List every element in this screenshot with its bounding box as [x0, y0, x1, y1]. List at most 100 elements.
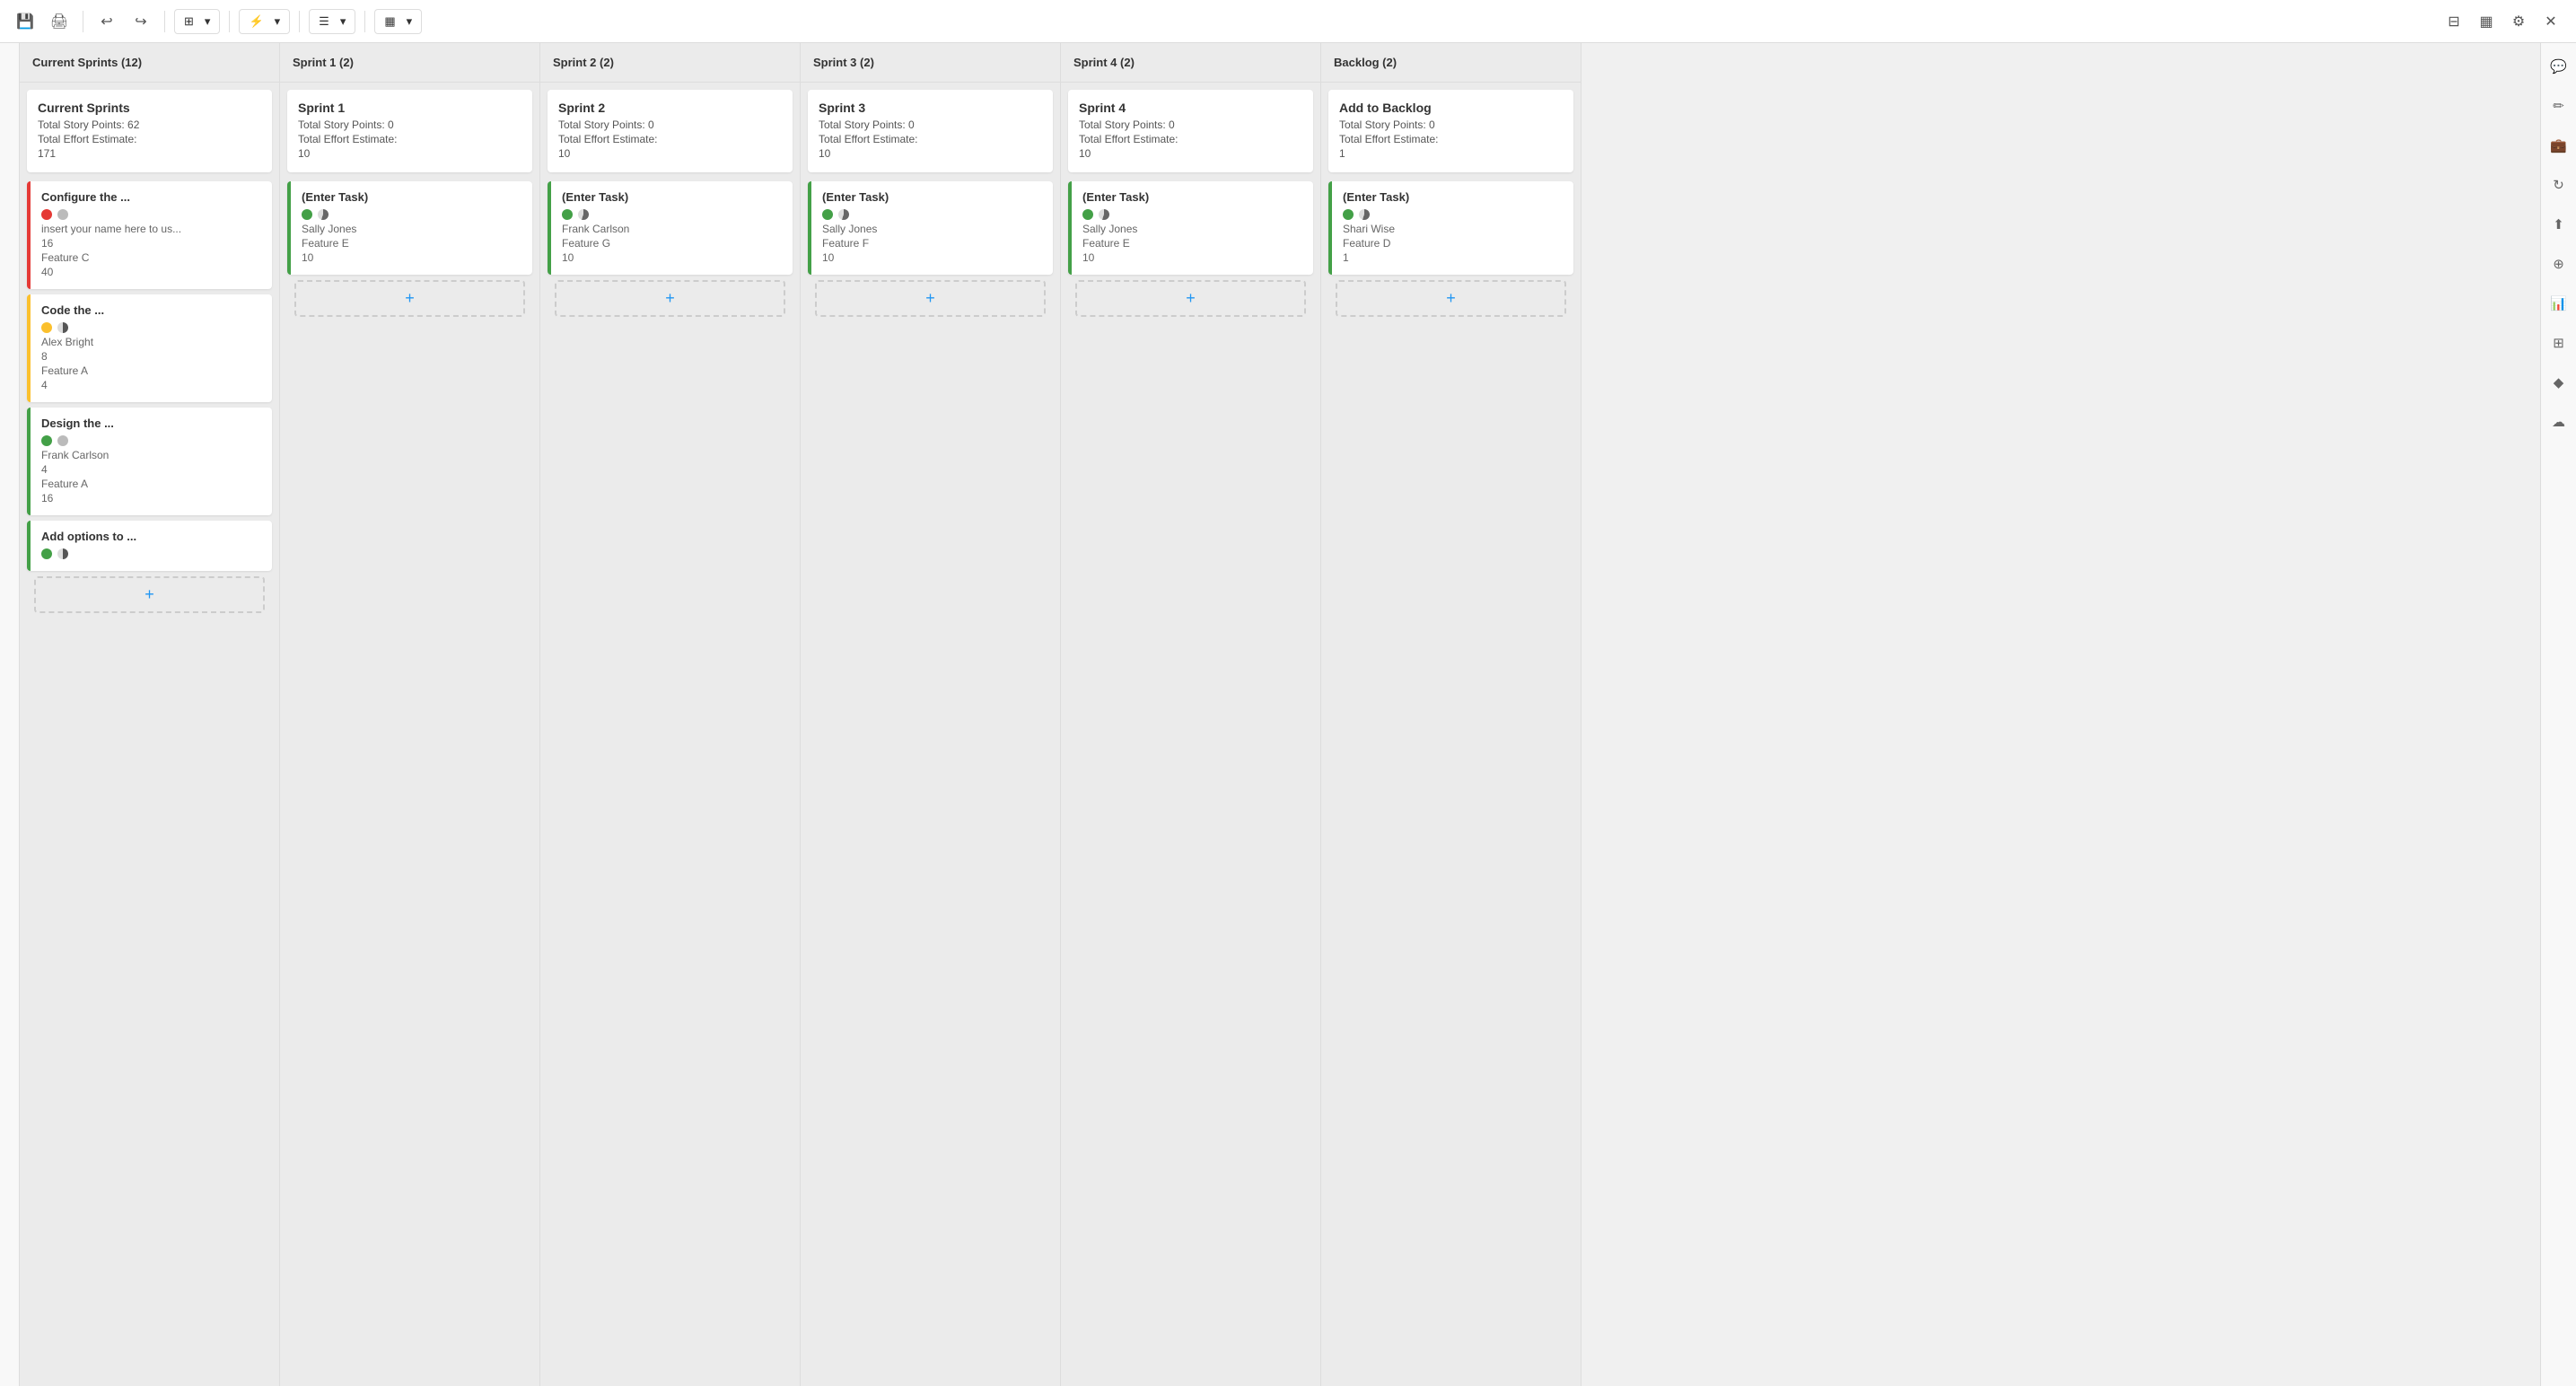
column-current-sprints: Current Sprints (12) Current Sprints Tot…	[20, 43, 280, 1386]
card-dots	[302, 209, 521, 220]
summary-title: Sprint 1	[298, 101, 521, 115]
diamond-icon[interactable]: ◆	[2546, 370, 2572, 395]
grid-icon[interactable]: ⊞	[2546, 330, 2572, 355]
right-sidebar: 💬 ✏ 💼 ↻ ⬆ ⊕ 📊 ⊞ ◆ ☁	[2540, 43, 2576, 1386]
filter-button[interactable]: ⚡ ▾	[239, 9, 290, 34]
refresh-icon[interactable]: ↻	[2546, 172, 2572, 197]
summary-effort-label: Total Effort Estimate:	[1079, 133, 1302, 145]
effort-dot	[838, 209, 849, 220]
task-card[interactable]: (Enter Task) Sally Jones Feature E 10	[287, 181, 532, 275]
column-content-sprint-2: Sprint 2 Total Story Points: 0 Total Eff…	[540, 83, 800, 1386]
settings-button[interactable]: ⚙	[2504, 7, 2533, 36]
task-card[interactable]: (Enter Task) Sally Jones Feature F 10	[808, 181, 1053, 275]
add-task-button-sprint-1[interactable]: +	[294, 280, 525, 317]
card-points: 4	[41, 463, 261, 476]
card-view-chevron: ▾	[205, 14, 211, 29]
card-view-button[interactable]: ⊞ ▾	[174, 9, 220, 34]
summary-effort-value: 10	[298, 147, 521, 160]
toolbar-right: ⊟ ▦ ⚙ ✕	[2440, 7, 2565, 36]
summary-story-points: Total Story Points: 0	[1079, 118, 1302, 131]
card-assignee: insert your name here to us...	[41, 223, 261, 235]
edit-icon[interactable]: ✏	[2546, 93, 2572, 118]
summary-story-points: Total Story Points: 0	[819, 118, 1042, 131]
comment-icon[interactable]: 💬	[2546, 54, 2572, 79]
card-assignee: Shari Wise	[1343, 223, 1563, 235]
card-points: 16	[41, 237, 261, 250]
effort-dot	[318, 209, 329, 220]
column-header-backlog: Backlog (2)	[1321, 43, 1581, 83]
add-task-button-backlog[interactable]: +	[1336, 280, 1566, 317]
card-feature: Feature E	[302, 237, 521, 250]
column-sprint-2: Sprint 2 (2) Sprint 2 Total Story Points…	[540, 43, 801, 1386]
separator-5	[364, 11, 365, 32]
card-effort: 10	[302, 251, 521, 264]
summary-title: Add to Backlog	[1339, 101, 1563, 115]
left-sidebar	[0, 43, 20, 1386]
briefcase-icon[interactable]: 💼	[2546, 133, 2572, 158]
card-feature: Feature F	[822, 237, 1042, 250]
effort-dot	[57, 209, 68, 220]
task-card[interactable]: Add options to ...	[27, 521, 272, 571]
filter-chevron: ▾	[275, 14, 281, 29]
summary-card-sprint-3: Sprint 3 Total Story Points: 0 Total Eff…	[808, 90, 1053, 172]
levels-button[interactable]: ☰ ▾	[309, 9, 355, 34]
add-task-button-sprint-3[interactable]: +	[815, 280, 1046, 317]
grid-view-button[interactable]: ▦	[2472, 7, 2501, 36]
card-title: Design the ...	[41, 417, 261, 430]
card-effort: 10	[822, 251, 1042, 264]
summary-title: Sprint 4	[1079, 101, 1302, 115]
redo-button[interactable]: ↪	[127, 7, 155, 36]
add-task-button-sprint-2[interactable]: +	[555, 280, 785, 317]
card-effort: 4	[41, 379, 261, 391]
column-sprint-3: Sprint 3 (2) Sprint 3 Total Story Points…	[801, 43, 1061, 1386]
task-card[interactable]: (Enter Task) Shari Wise Feature D 1	[1328, 181, 1573, 275]
card-view-icon: ⊞	[184, 14, 194, 29]
separator-3	[229, 11, 230, 32]
summary-effort-value: 1	[1339, 147, 1563, 160]
chart-icon[interactable]: 📊	[2546, 291, 2572, 316]
add-task-button-current-sprints[interactable]: +	[34, 576, 265, 613]
summary-card-current-sprints: Current Sprints Total Story Points: 62 T…	[27, 90, 272, 172]
summary-card-sprint-4: Sprint 4 Total Story Points: 0 Total Eff…	[1068, 90, 1313, 172]
summary-story-points: Total Story Points: 0	[298, 118, 521, 131]
task-card[interactable]: (Enter Task) Sally Jones Feature E 10	[1068, 181, 1313, 275]
task-card[interactable]: (Enter Task) Frank Carlson Feature G 10	[548, 181, 793, 275]
task-card[interactable]: Design the ... Frank Carlson 4 Feature A…	[27, 408, 272, 515]
status-dot	[41, 548, 52, 559]
undo-button[interactable]: ↩	[92, 7, 121, 36]
summary-story-points: Total Story Points: 0	[558, 118, 782, 131]
summary-story-points: Total Story Points: 0	[1339, 118, 1563, 131]
card-title: Code the ...	[41, 303, 261, 317]
card-feature: Feature A	[41, 364, 261, 377]
status-dot	[41, 322, 52, 333]
task-card[interactable]: Configure the ... insert your name here …	[27, 181, 272, 289]
status-dot	[822, 209, 833, 220]
add-task-button-sprint-4[interactable]: +	[1075, 280, 1306, 317]
view-by-sprint-button[interactable]: ▦ ▾	[374, 9, 422, 34]
upload-icon[interactable]: ⬆	[2546, 212, 2572, 237]
column-content-sprint-4: Sprint 4 Total Story Points: 0 Total Eff…	[1061, 83, 1320, 1386]
summary-effort-value: 10	[1079, 147, 1302, 160]
column-sprint-4: Sprint 4 (2) Sprint 4 Total Story Points…	[1061, 43, 1321, 1386]
close-button[interactable]: ✕	[2537, 7, 2565, 36]
card-feature: Feature A	[41, 478, 261, 490]
levels-chevron: ▾	[340, 14, 346, 29]
column-header-sprint-2: Sprint 2 (2)	[540, 43, 800, 83]
summary-effort-label: Total Effort Estimate:	[819, 133, 1042, 145]
card-dots	[41, 322, 261, 333]
separator-2	[164, 11, 165, 32]
collapse-button[interactable]: ⊟	[2440, 7, 2468, 36]
card-effort: 16	[41, 492, 261, 504]
card-effort: 10	[562, 251, 782, 264]
save-button[interactable]: 💾	[11, 7, 39, 36]
status-dot	[41, 435, 52, 446]
globe-icon[interactable]: ⊕	[2546, 251, 2572, 276]
task-card[interactable]: Code the ... Alex Bright 8 Feature A 4	[27, 294, 272, 402]
column-content-backlog: Add to Backlog Total Story Points: 0 Tot…	[1321, 83, 1581, 1386]
print-button[interactable]: 🖨	[45, 7, 74, 36]
cloud-icon[interactable]: ☁	[2546, 409, 2572, 434]
column-header-sprint-3: Sprint 3 (2)	[801, 43, 1060, 83]
summary-card-sprint-1: Sprint 1 Total Story Points: 0 Total Eff…	[287, 90, 532, 172]
column-header-current-sprints: Current Sprints (12)	[20, 43, 279, 83]
card-feature: Feature D	[1343, 237, 1563, 250]
